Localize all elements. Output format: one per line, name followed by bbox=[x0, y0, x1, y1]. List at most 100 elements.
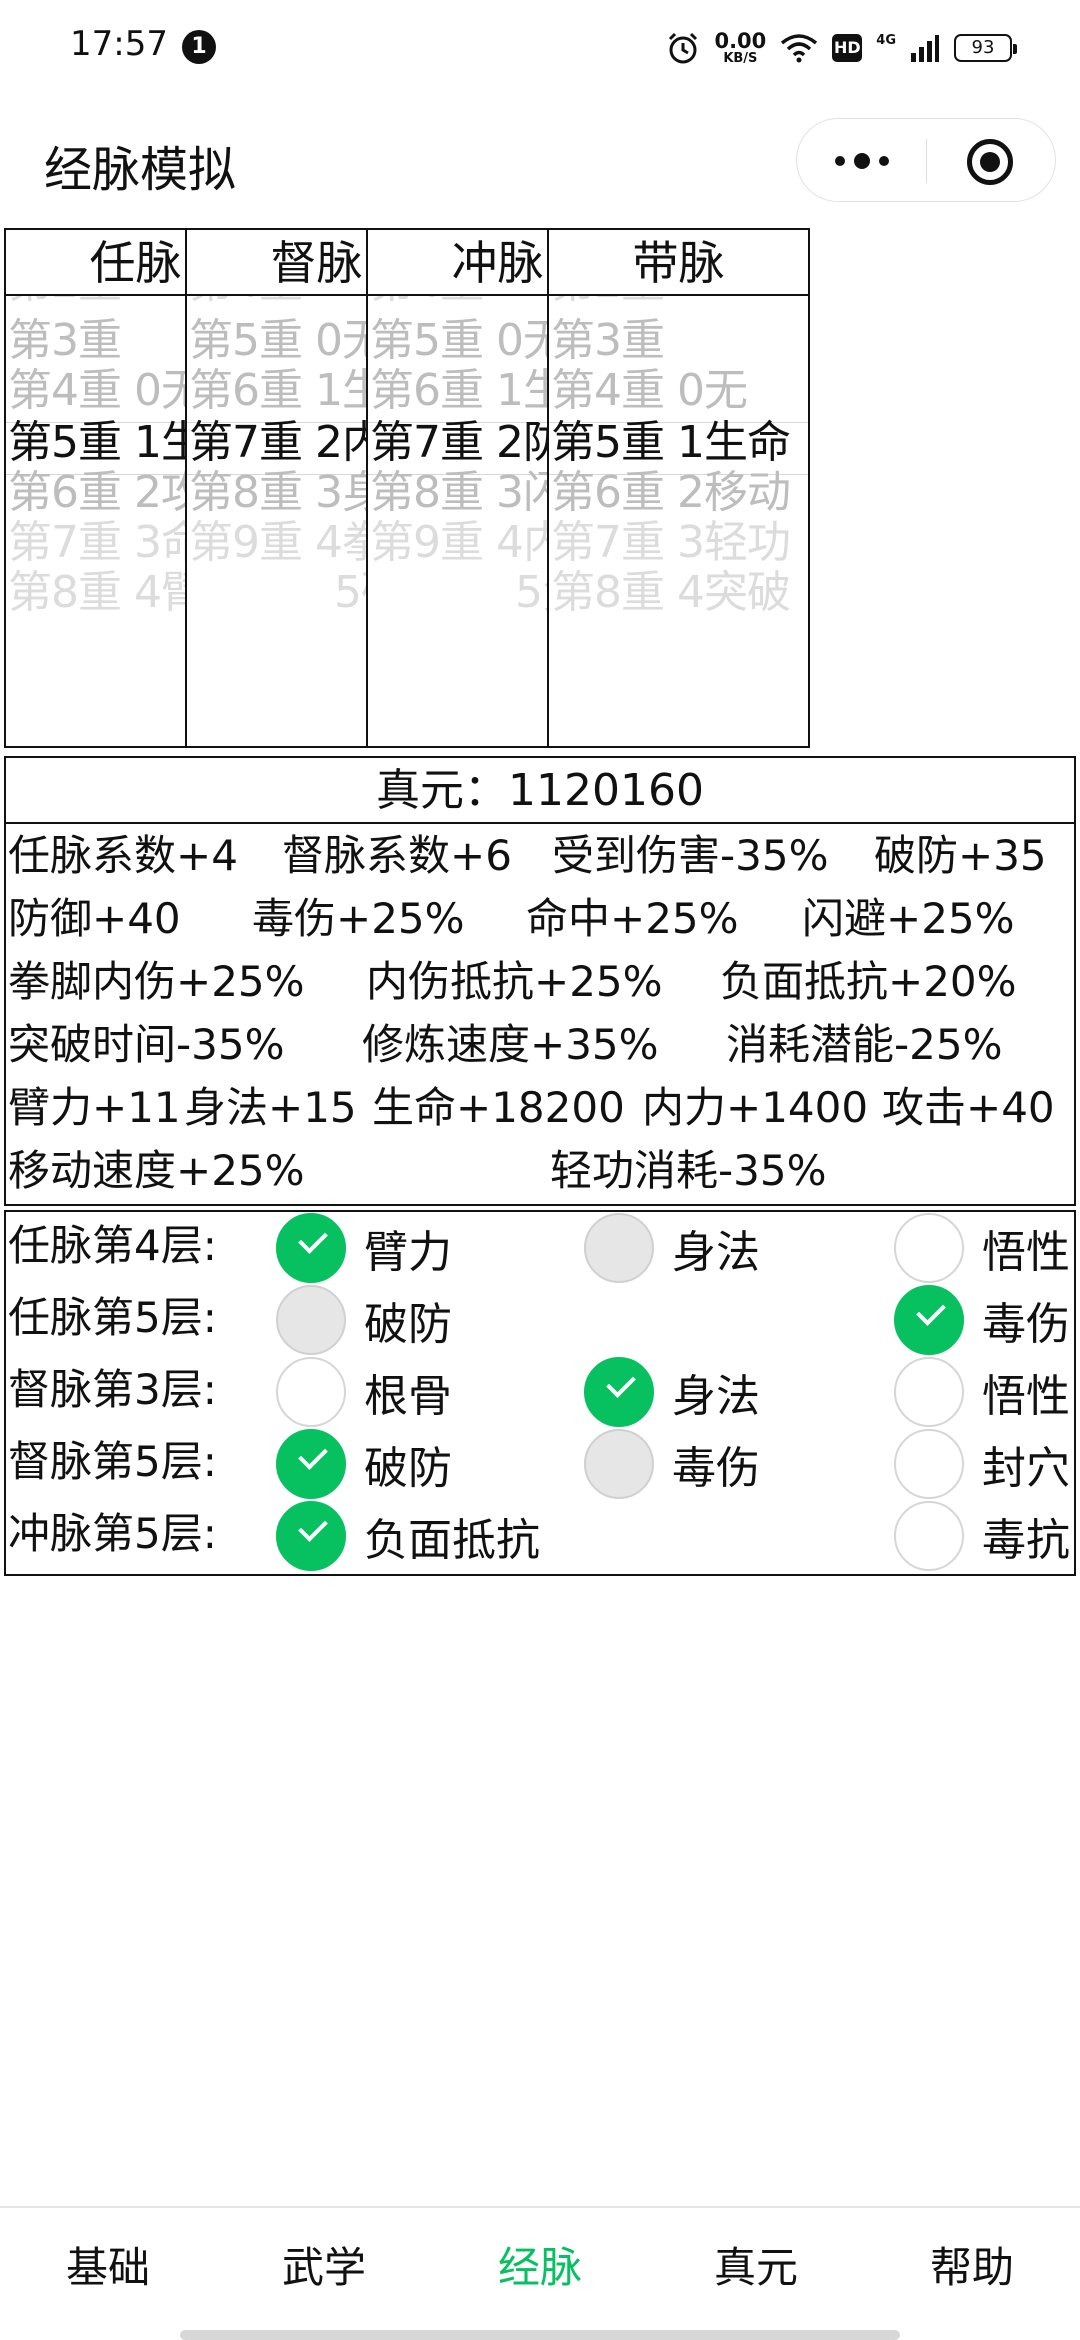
tab-basic[interactable]: 基础 bbox=[0, 2208, 216, 2340]
radio-option[interactable]: 臂力 bbox=[276, 1212, 452, 1284]
stat-item: 身法+15 bbox=[184, 1083, 357, 1132]
radio-label: 臂力 bbox=[364, 1227, 452, 1278]
capsule-divider bbox=[926, 139, 927, 183]
network-type: 4G bbox=[876, 32, 896, 48]
radio-option[interactable]: 身法 bbox=[584, 1212, 760, 1284]
close-target-icon[interactable] bbox=[967, 139, 1013, 185]
stat-item: 臂力+11 bbox=[8, 1083, 181, 1132]
stat-row: 突破时间-35% 修炼速度+35% 消耗潜能-25% bbox=[6, 1013, 1074, 1076]
radio-option[interactable]: 毒伤 bbox=[894, 1284, 1070, 1356]
option-row: 任脉第4层: 臂力 身法 悟性 bbox=[6, 1212, 1074, 1284]
radio-label: 根骨 bbox=[364, 1371, 452, 1422]
radio-label: 破防 bbox=[364, 1299, 452, 1350]
stat-item: 攻击+40 bbox=[882, 1083, 1055, 1132]
radio-label: 悟性 bbox=[982, 1227, 1070, 1278]
option-row: 督脉第5层: 破防 毒伤 封穴 bbox=[6, 1428, 1074, 1500]
stat-item: 移动速度+25% bbox=[8, 1146, 305, 1195]
stat-item: 拳脚内伤+25% bbox=[8, 957, 305, 1006]
stat-item: 负面抵抗+20% bbox=[720, 957, 1017, 1006]
notification-badge: 1 bbox=[182, 30, 216, 64]
option-row-label: 督脉第5层: bbox=[8, 1437, 217, 1486]
radio-unchecked-icon[interactable] bbox=[894, 1429, 964, 1499]
net-speed: 0.00 KB/S bbox=[714, 29, 767, 66]
radio-label: 毒伤 bbox=[982, 1299, 1070, 1350]
radio-option[interactable]: 悟性 bbox=[894, 1356, 1070, 1428]
radio-option[interactable]: 毒伤 bbox=[584, 1428, 760, 1500]
option-row: 冲脉第5层: 负面抵抗 毒抗 bbox=[6, 1500, 1074, 1572]
title-bar: 经脉模拟 bbox=[0, 96, 1080, 226]
radio-checked-icon[interactable] bbox=[276, 1213, 346, 1283]
option-row-label: 任脉第4层: bbox=[8, 1221, 217, 1270]
radio-option[interactable]: 负面抵抗 bbox=[276, 1500, 540, 1572]
radio-checked-icon[interactable] bbox=[276, 1429, 346, 1499]
radio-option[interactable]: 根骨 bbox=[276, 1356, 452, 1428]
radio-unchecked-icon[interactable] bbox=[276, 1357, 346, 1427]
stat-row: 任脉系数+4 督脉系数+6 受到伤害-35% 破防+35 bbox=[6, 824, 1074, 887]
option-row: 任脉第5层: 破防 毒伤 bbox=[6, 1284, 1074, 1356]
stat-item: 任脉系数+4 bbox=[8, 831, 238, 880]
status-bar: 17:57 1 0.00 KB/S HD 4G 93 bbox=[0, 0, 1080, 96]
status-icons: 0.00 KB/S HD 4G 93 bbox=[666, 26, 1017, 70]
radio-option[interactable]: 破防 bbox=[276, 1284, 452, 1356]
radio-label: 负面抵抗 bbox=[364, 1515, 540, 1566]
stat-item: 内力+1400 bbox=[642, 1083, 869, 1132]
radio-unchecked-icon[interactable] bbox=[894, 1501, 964, 1571]
stat-row: 防御+40 毒伤+25% 命中+25% 闪避+25% bbox=[6, 887, 1074, 950]
stat-item: 消耗潜能-25% bbox=[726, 1020, 1003, 1069]
capsule-menu bbox=[796, 118, 1056, 202]
stat-item: 破防+35 bbox=[874, 831, 1047, 880]
radio-disabled-icon[interactable] bbox=[276, 1285, 346, 1355]
stat-item: 突破时间-35% bbox=[8, 1020, 285, 1069]
radio-label: 身法 bbox=[672, 1227, 760, 1278]
radio-label: 身法 bbox=[672, 1371, 760, 1422]
layer-options: 任脉第4层: 臂力 身法 悟性 任脉第5层: 破防 毒伤 督脉第3层: 根骨 身… bbox=[4, 1210, 1076, 1576]
radio-label: 破防 bbox=[364, 1443, 452, 1494]
stat-item: 轻功消耗-35% bbox=[550, 1146, 827, 1195]
tab-meridians[interactable]: 经脉 bbox=[432, 2208, 648, 2340]
option-row-label: 督脉第3层: bbox=[8, 1365, 217, 1414]
tab-help[interactable]: 帮助 bbox=[864, 2208, 1080, 2340]
page-title: 经脉模拟 bbox=[44, 142, 237, 198]
picker-item[interactable]: 第8重 4突破 bbox=[551, 556, 808, 630]
stat-row: 臂力+11 身法+15 生命+18200 内力+1400 攻击+40 bbox=[6, 1076, 1074, 1139]
picker-daimai[interactable]: 带脉 第2重 第3重 第4重 0无 第5重 1生命 第6重 2移动 第7重 3轻… bbox=[547, 228, 810, 748]
more-icon[interactable] bbox=[797, 119, 927, 203]
alarm-icon bbox=[669, 32, 698, 64]
radio-checked-icon[interactable] bbox=[584, 1357, 654, 1427]
radio-disabled-icon[interactable] bbox=[584, 1429, 654, 1499]
radio-label: 悟性 bbox=[982, 1371, 1070, 1422]
stat-item: 闪避+25% bbox=[802, 894, 1015, 943]
stat-item: 内伤抵抗+25% bbox=[366, 957, 663, 1006]
stat-item: 防御+40 bbox=[8, 894, 181, 943]
hd-badge: HD bbox=[832, 34, 863, 62]
stat-item: 修炼速度+35% bbox=[362, 1020, 659, 1069]
stat-row: 拳脚内伤+25% 内伤抵抗+25% 负面抵抗+20% bbox=[6, 950, 1074, 1013]
radio-unchecked-icon[interactable] bbox=[894, 1213, 964, 1283]
radio-option[interactable]: 悟性 bbox=[894, 1212, 1070, 1284]
home-indicator[interactable] bbox=[180, 2330, 900, 2340]
stats-panel: 真元：1120160 任脉系数+4 督脉系数+6 受到伤害-35% 破防+35 … bbox=[4, 756, 1076, 1206]
picker-wheel[interactable]: 第2重 第3重 第4重 0无 第5重 1生命 第6重 2移动 第7重 3轻功 第… bbox=[549, 296, 808, 746]
radio-checked-icon[interactable] bbox=[894, 1285, 964, 1355]
radio-disabled-icon[interactable] bbox=[584, 1213, 654, 1283]
radio-option[interactable]: 破防 bbox=[276, 1428, 452, 1500]
tab-martial-arts[interactable]: 武学 bbox=[216, 2208, 432, 2340]
radio-label: 毒伤 bbox=[672, 1443, 760, 1494]
radio-option[interactable]: 封穴 bbox=[894, 1428, 1070, 1500]
signal-icon bbox=[911, 35, 939, 62]
option-row-label: 冲脉第5层: bbox=[8, 1509, 217, 1558]
radio-unchecked-icon[interactable] bbox=[894, 1357, 964, 1427]
stat-item: 生命+18200 bbox=[372, 1083, 625, 1132]
radio-label: 封穴 bbox=[982, 1443, 1070, 1494]
radio-label: 毒抗 bbox=[982, 1515, 1070, 1566]
radio-option[interactable]: 毒抗 bbox=[894, 1500, 1070, 1572]
stat-row: 移动速度+25% 轻功消耗-35% bbox=[6, 1139, 1074, 1202]
stat-item: 命中+25% bbox=[526, 894, 739, 943]
radio-option[interactable]: 身法 bbox=[584, 1356, 760, 1428]
status-time: 17:57 bbox=[70, 24, 168, 64]
tab-zhenyuan[interactable]: 真元 bbox=[648, 2208, 864, 2340]
meridian-pickers: 任脉 第2重 第3重 第4重 0无 第5重 1生命 第6重 2攻击 第7重 3命… bbox=[4, 228, 1076, 748]
option-row: 督脉第3层: 根骨 身法 悟性 bbox=[6, 1356, 1074, 1428]
option-row-label: 任脉第5层: bbox=[8, 1293, 217, 1342]
radio-checked-icon[interactable] bbox=[276, 1501, 346, 1571]
